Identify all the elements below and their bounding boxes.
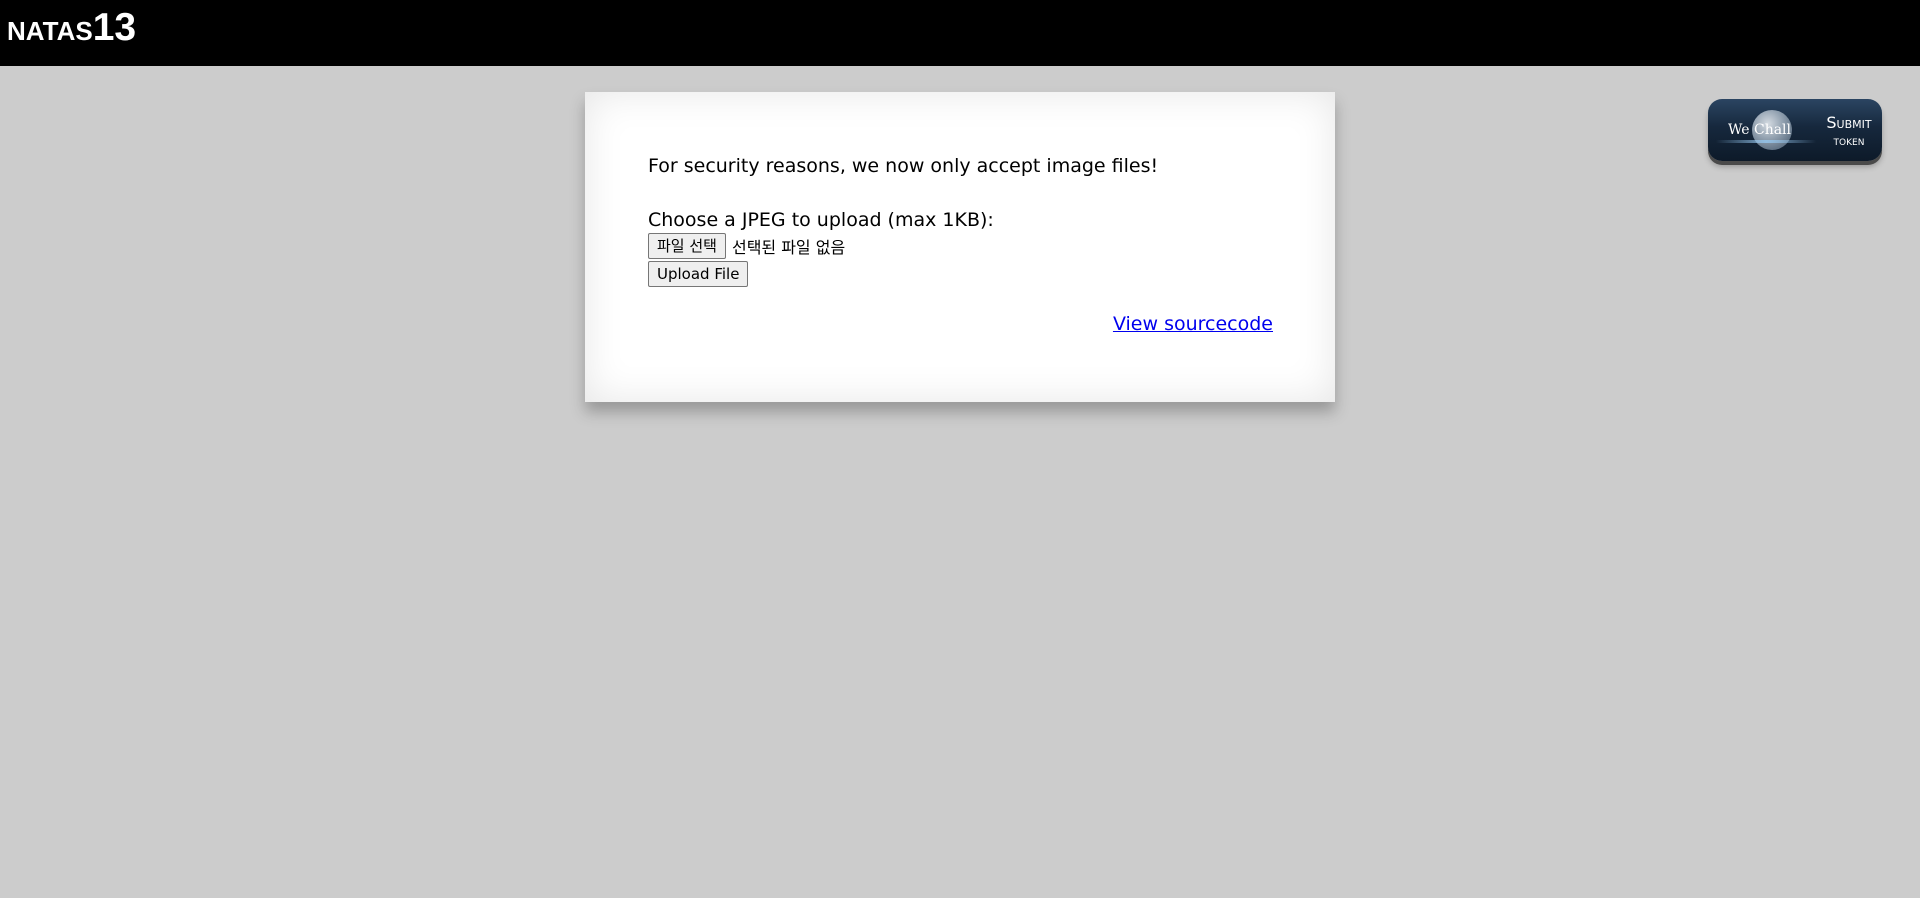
upload-label: Choose a JPEG to upload (max 1KB):	[648, 209, 994, 231]
view-sourcecode-link[interactable]: View sourcecode	[1113, 313, 1273, 335]
wechall-submit-token-button[interactable]: We Chall Submit token	[1708, 99, 1882, 161]
submit-label-line2: token	[1833, 134, 1865, 149]
upload-row: Upload File	[648, 261, 1273, 289]
page-title: NATAS13	[7, 8, 136, 47]
security-notice: For security reasons, we now only accept…	[648, 155, 1159, 177]
choose-file-button[interactable]: 파일 선택	[648, 233, 726, 259]
no-file-selected-text: 선택된 파일 없음	[731, 238, 846, 257]
top-header: NATAS13	[0, 0, 1920, 66]
file-input-row: 파일 선택 선택된 파일 없음	[648, 233, 1273, 259]
upload-file-button[interactable]: Upload File	[648, 261, 749, 287]
title-prefix: NATAS	[7, 16, 93, 46]
content-panel: For security reasons, we now only accept…	[585, 92, 1335, 402]
submit-token-label: Submit token	[1820, 113, 1878, 151]
light-streak-decoration	[1716, 140, 1816, 143]
submit-label-line1: Submit	[1826, 113, 1872, 132]
title-level: 13	[92, 6, 137, 49]
source-link-row: View sourcecode	[648, 312, 1273, 336]
wechall-logo-text: We Chall	[1728, 122, 1792, 138]
